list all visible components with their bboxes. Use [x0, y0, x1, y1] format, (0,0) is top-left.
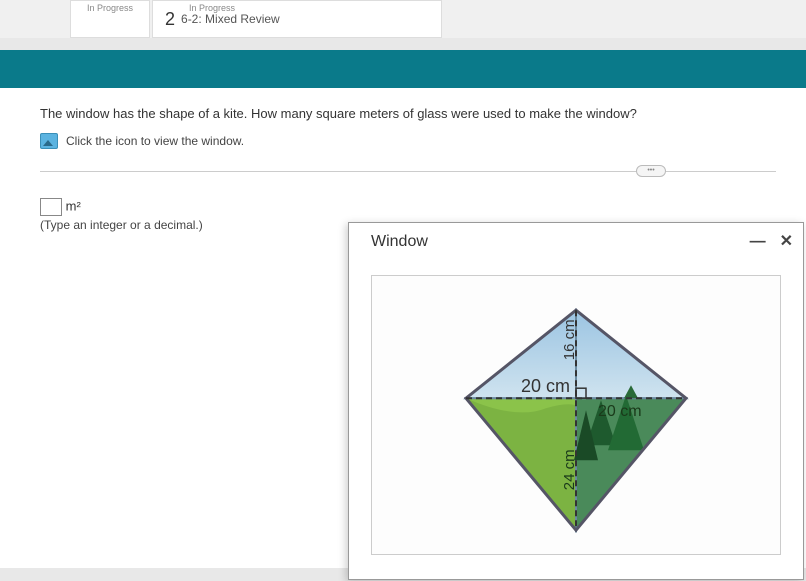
icon-prompt-text: Click the icon to view the window.: [66, 134, 244, 148]
divider-handle[interactable]: •••: [636, 165, 666, 177]
view-window-link[interactable]: Click the icon to view the window.: [40, 133, 776, 149]
label-top: 16 cm: [561, 319, 578, 360]
tab-title: 6-2: Mixed Review: [181, 12, 280, 26]
label-bottom: 24 cm: [561, 449, 578, 490]
answer-unit: m²: [66, 198, 81, 213]
popup-header: Window — ✕: [349, 223, 803, 257]
tab-prev[interactable]: In Progress: [70, 0, 150, 38]
window-popup: Window — ✕: [348, 222, 804, 580]
figure-container: 20 cm 20 cm 16 cm 24 cm: [371, 275, 781, 555]
close-button[interactable]: ✕: [780, 234, 793, 250]
question-text: The window has the shape of a kite. How …: [40, 106, 776, 121]
label-right: 20 cm: [598, 403, 642, 420]
kite-diagram: 20 cm 20 cm 16 cm 24 cm: [426, 290, 726, 550]
tab-current[interactable]: In Progress 2 6-2: Mixed Review: [152, 0, 442, 38]
picture-icon: [40, 133, 58, 149]
tab-status: In Progress: [189, 3, 235, 13]
tab-number: 2: [165, 9, 175, 30]
header-bar: [0, 50, 806, 88]
label-left: 20 cm: [521, 376, 570, 396]
minimize-button[interactable]: —: [750, 234, 766, 250]
tab-bar: In Progress In Progress 2 6-2: Mixed Rev…: [0, 0, 806, 38]
answer-input[interactable]: [40, 198, 62, 216]
popup-title: Window: [371, 233, 428, 251]
tab-status: In Progress: [87, 3, 133, 13]
